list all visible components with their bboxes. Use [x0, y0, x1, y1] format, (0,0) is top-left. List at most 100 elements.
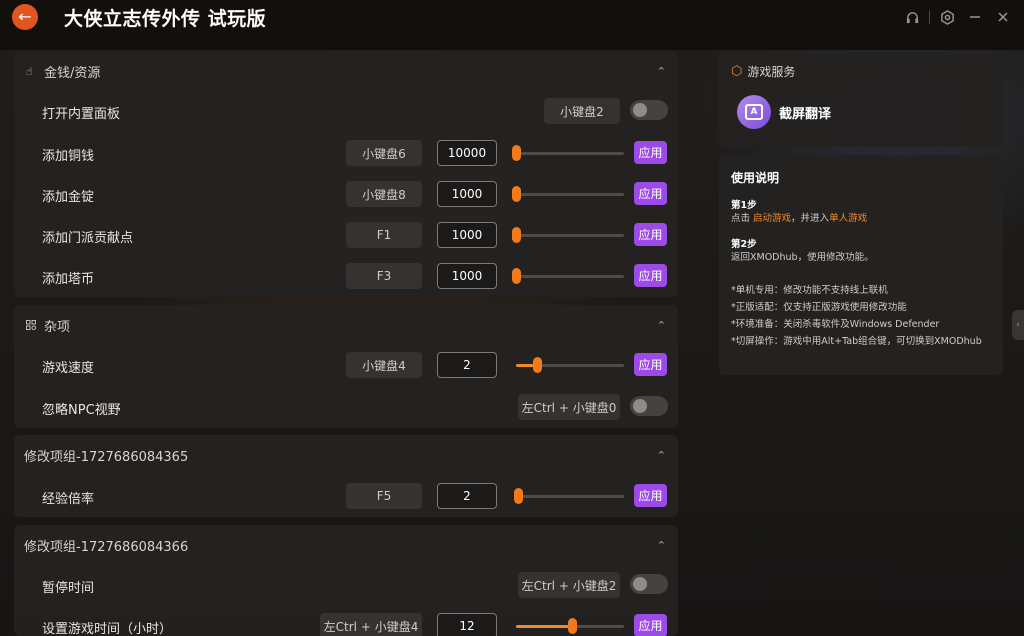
apply-button[interactable]: 应用 — [634, 141, 667, 164]
value-input[interactable]: 1000 — [437, 263, 497, 289]
slider-thumb[interactable] — [512, 227, 521, 243]
section-title: 金钱/资源 — [44, 65, 101, 81]
hotkey-chip[interactable]: 左Ctrl + 小键盘2 — [518, 572, 620, 598]
slider-thumb[interactable] — [512, 145, 521, 161]
section-title: 修改项组-1727686084366 — [24, 539, 189, 555]
hotkey-chip[interactable]: 小键盘6 — [346, 140, 422, 166]
section-misc: 杂项 ⌃ 游戏速度 小键盘4 2 应用 忽略NPC视野 左Ctrl + 小键盘0 — [14, 305, 678, 428]
game-service-card: ⬡ 游戏服务 A 截屏翻译 — [719, 51, 1003, 147]
launch-game-link[interactable]: 启动游戏 — [753, 213, 791, 224]
apply-button[interactable]: 应用 — [634, 223, 667, 246]
row-label: 经验倍率 — [42, 492, 95, 507]
section-header[interactable]: 修改项组-1727686084365 ⌃ — [14, 435, 678, 475]
translate-icon: A — [737, 95, 771, 129]
value-slider[interactable] — [512, 268, 624, 284]
apply-button[interactable]: 应用 — [634, 353, 667, 376]
screenshot-translate-item[interactable]: A 截屏翻译 — [737, 95, 831, 129]
value-input[interactable]: 2 — [437, 483, 497, 509]
value-slider[interactable] — [516, 357, 624, 373]
hand-icon: ☝ — [26, 64, 33, 78]
page-title: 大侠立志传外传 试玩版 — [64, 8, 267, 30]
back-button[interactable]: ← — [12, 4, 38, 30]
step2-text: 返回XMODhub，使用修改功能。 — [731, 252, 874, 263]
row-add-gold: 添加金锭 小键盘8 1000 应用 — [14, 174, 678, 215]
row-open-panel: 打开内置面板 小键盘2 — [14, 91, 678, 132]
hotkey-chip[interactable]: F5 — [346, 483, 422, 509]
value-input[interactable]: 2 — [437, 352, 497, 378]
value-input[interactable]: 1000 — [437, 222, 497, 248]
apply-button[interactable]: 应用 — [634, 264, 667, 287]
value-slider[interactable] — [512, 227, 624, 243]
step1-title: 第1步 — [731, 200, 757, 211]
row-add-contribution: 添加门派贡献点 F1 1000 应用 — [14, 215, 678, 256]
settings-icon[interactable] — [936, 6, 958, 28]
section-title: 杂项 — [44, 319, 71, 335]
value-input[interactable]: 1000 — [437, 181, 497, 207]
toggle-switch[interactable] — [630, 100, 668, 120]
single-player-link[interactable]: 单人游戏 — [829, 213, 867, 224]
instructions-title: 使用说明 — [731, 171, 780, 185]
chevron-up-icon[interactable]: ⌃ — [657, 319, 666, 332]
slider-thumb[interactable] — [514, 488, 523, 504]
section-group-365: 修改项组-1727686084365 ⌃ 经验倍率 F5 2 应用 — [14, 435, 678, 517]
headset-icon[interactable] — [901, 6, 923, 28]
row-label: 忽略NPC视野 — [42, 403, 121, 418]
hotkey-chip[interactable]: 小键盘8 — [346, 181, 422, 207]
row-label: 添加门派贡献点 — [42, 231, 134, 246]
cube-icon: ⬡ — [731, 64, 743, 79]
section-title: 修改项组-1727686084365 — [24, 449, 189, 465]
value-slider[interactable] — [512, 145, 624, 161]
section-money-resources: ☝ 金钱/资源 ⌃ 打开内置面板 小键盘2 添加铜钱 小键盘6 10000 应用… — [14, 51, 678, 297]
separator — [929, 10, 930, 24]
minimize-icon[interactable] — [964, 6, 986, 28]
row-pause-time: 暂停时间 左Ctrl + 小键盘2 — [14, 565, 678, 606]
row-ignore-npc-vision: 忽略NPC视野 左Ctrl + 小键盘0 — [14, 387, 678, 428]
row-label: 打开内置面板 — [42, 107, 121, 122]
toggle-knob — [633, 103, 647, 117]
arrow-left-icon: ← — [18, 7, 32, 26]
service-title-text: 游戏服务 — [747, 65, 796, 79]
value-slider[interactable] — [512, 186, 624, 202]
title-bar: ← 大侠立志传外传 试玩版 — [0, 0, 1024, 50]
value-slider[interactable] — [514, 488, 624, 504]
apply-button[interactable]: 应用 — [634, 182, 667, 205]
chevron-up-icon[interactable]: ⌃ — [657, 539, 666, 552]
slider-thumb[interactable] — [512, 268, 521, 284]
slider-thumb[interactable] — [533, 357, 542, 373]
collapse-panel-handle[interactable]: ‹ — [1012, 310, 1024, 340]
close-icon[interactable] — [992, 6, 1014, 28]
hotkey-chip[interactable]: F1 — [346, 222, 422, 248]
value-slider[interactable] — [516, 618, 624, 634]
apply-button[interactable]: 应用 — [634, 614, 667, 636]
toggle-knob — [633, 577, 647, 591]
chevron-up-icon[interactable]: ⌃ — [657, 65, 666, 78]
row-label: 暂停时间 — [42, 581, 95, 596]
slider-thumb[interactable] — [568, 618, 577, 634]
hotkey-chip[interactable]: 左Ctrl + 小键盘4 — [320, 613, 422, 636]
toggle-switch[interactable] — [630, 574, 668, 594]
window-controls — [901, 6, 1014, 28]
apply-button[interactable]: 应用 — [634, 484, 667, 507]
section-header[interactable]: 杂项 ⌃ — [14, 305, 678, 345]
row-add-tower-coin: 添加塔币 F3 1000 应用 — [14, 256, 678, 297]
section-header[interactable]: ☝ 金钱/资源 ⌃ — [14, 51, 678, 91]
note-item: *单机专用：修改功能不支持线上联机 — [731, 285, 888, 296]
service-item-label: 截屏翻译 — [779, 106, 832, 122]
hotkey-chip[interactable]: 小键盘4 — [346, 352, 422, 378]
hotkey-chip[interactable]: 小键盘2 — [544, 98, 620, 124]
row-add-copper: 添加铜钱 小键盘6 10000 应用 — [14, 133, 678, 174]
section-header[interactable]: 修改项组-1727686084366 ⌃ — [14, 525, 678, 565]
row-label: 添加金锭 — [42, 190, 95, 205]
row-label: 添加塔币 — [42, 272, 95, 287]
slider-thumb[interactable] — [512, 186, 521, 202]
toggle-knob — [633, 399, 647, 413]
hotkey-chip[interactable]: 左Ctrl + 小键盘0 — [518, 394, 620, 420]
value-input[interactable]: 10000 — [437, 140, 497, 166]
row-exp-multiplier: 经验倍率 F5 2 应用 — [14, 476, 678, 517]
row-label: 添加铜钱 — [42, 149, 95, 164]
row-game-speed: 游戏速度 小键盘4 2 应用 — [14, 345, 678, 386]
chevron-up-icon[interactable]: ⌃ — [657, 449, 666, 462]
toggle-switch[interactable] — [630, 396, 668, 416]
hotkey-chip[interactable]: F3 — [346, 263, 422, 289]
value-input[interactable]: 12 — [437, 613, 497, 636]
